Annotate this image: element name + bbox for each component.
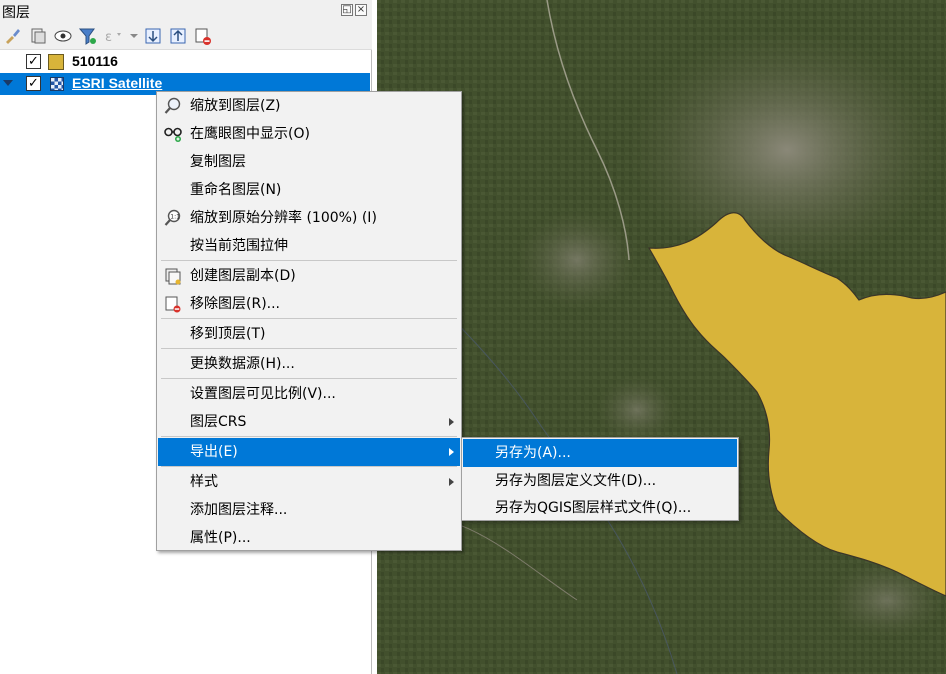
visibility-eye-icon[interactable] <box>53 26 73 46</box>
remove-layer-icon <box>165 296 181 313</box>
expand-arrow-icon[interactable] <box>3 80 13 86</box>
menu-separator <box>161 378 457 379</box>
expand-all-icon[interactable] <box>143 26 163 46</box>
layer-name: ESRI Satellite <box>72 75 163 91</box>
menu-separator <box>161 318 457 319</box>
layers-toolbar: ε <box>0 22 372 50</box>
menu-item-set-scale-visibility[interactable]: 设置图层可见比例(V)... <box>158 380 460 408</box>
menu-separator <box>161 436 457 437</box>
menu-item-stretch-current-extent[interactable]: 按当前范围拉伸 <box>158 232 460 260</box>
zoom-to-layer-icon <box>164 97 181 114</box>
menu-item-zoom-to-layer[interactable]: 缩放到图层(Z) <box>158 92 460 120</box>
close-panel-button[interactable]: × <box>355 4 367 16</box>
menu-separator <box>161 260 457 261</box>
filter-expression-icon[interactable]: ε <box>103 26 123 46</box>
menu-item-add-layer-notes[interactable]: 添加图层注释... <box>158 496 460 524</box>
menu-item-export[interactable]: 导出(E) <box>158 438 460 466</box>
menu-item-duplicate-layer[interactable]: 创建图层副本(D) <box>158 262 460 290</box>
submenu-arrow-icon <box>449 478 454 486</box>
menu-item-properties[interactable]: 属性(P)... <box>158 524 460 552</box>
menu-item-remove-layer[interactable]: 移除图层(R)... <box>158 290 460 318</box>
remove-layer-icon[interactable] <box>193 26 213 46</box>
export-submenu: 另存为(A)... 另存为图层定义文件(D)... 另存为QGIS图层样式文件(… <box>461 437 739 521</box>
collapse-all-icon[interactable] <box>168 26 188 46</box>
submenu-arrow-icon <box>449 448 454 456</box>
float-panel-button[interactable]: ◱ <box>341 4 353 16</box>
duplicate-layer-icon <box>165 268 181 285</box>
menu-item-save-as-qgis-style[interactable]: 另存为QGIS图层样式文件(Q)... <box>463 494 737 522</box>
svg-text:ε: ε <box>105 30 112 45</box>
menu-item-show-in-overview[interactable]: 在鹰眼图中显示(O) <box>158 120 460 148</box>
menu-separator <box>161 348 457 349</box>
menu-item-save-as[interactable]: 另存为(A)... <box>463 439 737 467</box>
menu-item-layer-crs[interactable]: 图层CRS <box>158 408 460 436</box>
menu-item-move-to-top[interactable]: 移到顶层(T) <box>158 320 460 348</box>
submenu-arrow-icon <box>449 418 454 426</box>
layer-visibility-checkbox[interactable]: ✓ <box>26 76 41 91</box>
overview-glasses-icon <box>164 127 182 142</box>
menu-item-styles[interactable]: 样式 <box>158 468 460 496</box>
style-brush-icon[interactable] <box>3 26 23 46</box>
add-group-icon[interactable] <box>28 26 48 46</box>
menu-item-save-as-layer-definition[interactable]: 另存为图层定义文件(D)... <box>463 467 737 495</box>
menu-item-change-data-source[interactable]: 更换数据源(H)... <box>158 350 460 378</box>
vector-symbol-icon <box>48 54 64 70</box>
svg-text:1:1: 1:1 <box>170 214 180 221</box>
panel-title-bar: 图层 ◱ × <box>0 0 372 22</box>
menu-item-rename-layer[interactable]: 重命名图层(N) <box>158 176 460 204</box>
satellite-imagery <box>377 0 946 674</box>
layer-context-menu: 缩放到图层(Z) 在鹰眼图中显示(O) 复制图层 重命名图层(N) 1:1 缩放… <box>156 91 462 551</box>
menu-item-zoom-native-resolution[interactable]: 1:1 缩放到原始分辨率 (100%) (I) <box>158 204 460 232</box>
filter-funnel-icon[interactable] <box>78 26 98 46</box>
menu-item-copy-layer[interactable]: 复制图层 <box>158 148 460 176</box>
layer-name: 510116 <box>72 53 118 69</box>
panel-title: 图层 <box>2 5 30 21</box>
menu-separator <box>161 466 457 467</box>
map-canvas[interactable] <box>377 0 946 674</box>
zoom-native-icon: 1:1 <box>164 209 181 226</box>
raster-layer-icon <box>50 77 64 91</box>
layer-visibility-checkbox[interactable]: ✓ <box>26 54 41 69</box>
layer-row-510116[interactable]: ✓ 510116 <box>0 51 370 73</box>
